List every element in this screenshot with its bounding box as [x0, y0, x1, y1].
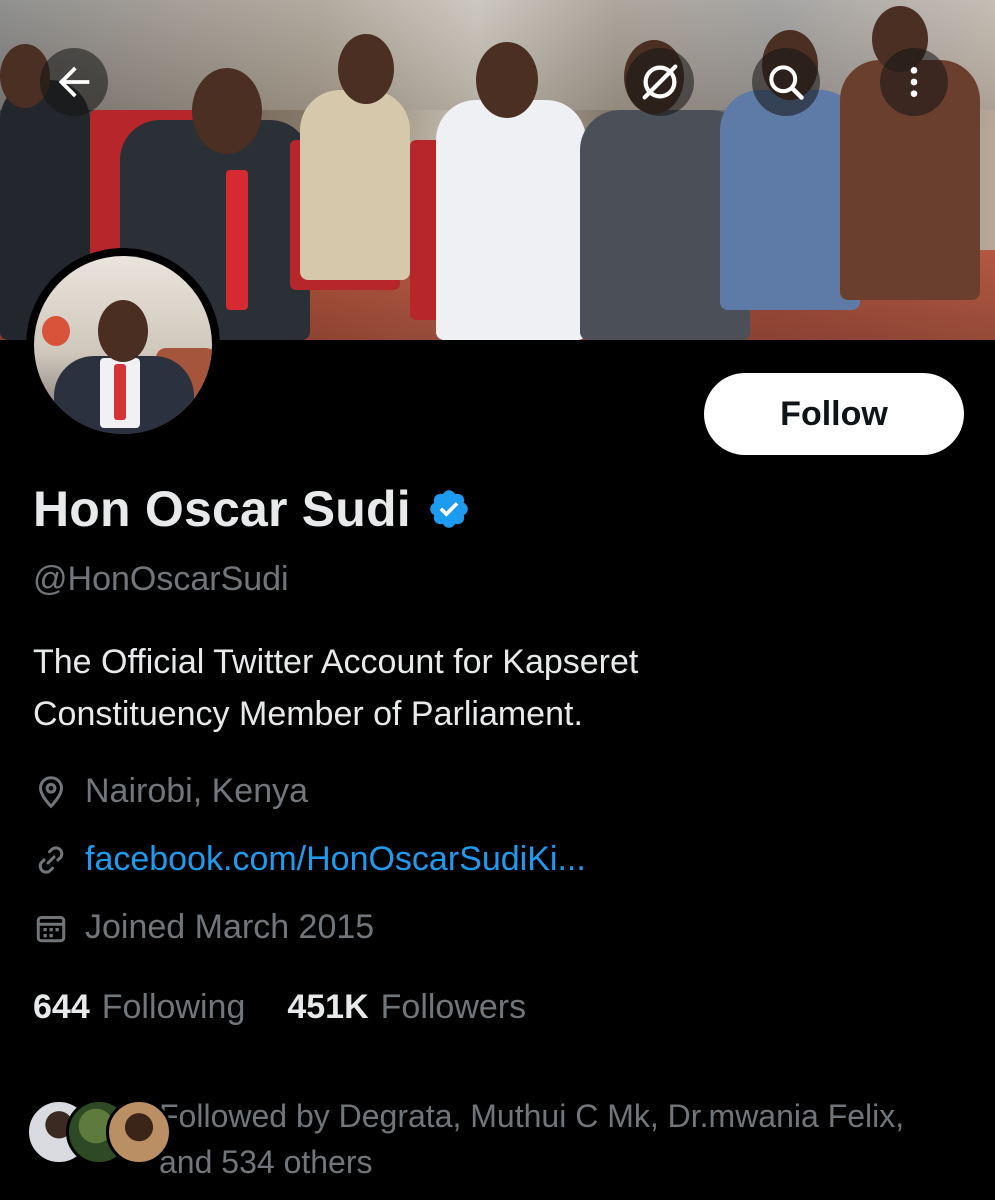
banner-figure — [720, 90, 860, 310]
grok-icon — [642, 64, 678, 100]
follow-button[interactable]: Follow — [704, 373, 964, 455]
back-button[interactable] — [40, 48, 108, 116]
banner-figure-head — [476, 42, 538, 118]
banner-figure — [300, 90, 410, 280]
followers-link[interactable]: 451K Followers — [287, 988, 526, 1027]
bio-line: Constituency Member of Parliament. — [33, 695, 583, 733]
website-row[interactable]: facebook.com/HonOscarSudiKi... — [33, 840, 586, 879]
location-text: Nairobi, Kenya — [85, 772, 309, 810]
followed-by-line: and 534 others — [159, 1144, 373, 1180]
following-count: 644 — [33, 988, 90, 1026]
avatar-tie — [114, 364, 126, 420]
profile-avatar[interactable] — [26, 248, 220, 442]
website-link[interactable]: facebook.com/HonOscarSudiKi... — [85, 840, 586, 879]
profile-handle: @HonOscarSudi — [33, 560, 289, 598]
followed-by-text: Followed by Degrata, Muthui C Mk, Dr.mwa… — [159, 1093, 979, 1185]
more-vertical-icon — [910, 67, 918, 97]
followed-by-section[interactable]: Followed by Degrata, Muthui C Mk, Dr.mwa… — [26, 1093, 979, 1185]
grok-button[interactable] — [626, 48, 694, 116]
followed-by-line: Followed by Degrata, Muthui C Mk, Dr.mwa… — [159, 1098, 905, 1134]
joined-row: Joined March 2015 — [33, 908, 374, 947]
avatar-flowers — [42, 316, 70, 346]
following-label: Following — [101, 988, 246, 1026]
banner-figure-head — [192, 68, 262, 154]
display-name: Hon Oscar Sudi — [33, 481, 411, 537]
avatar-head — [98, 300, 148, 362]
bio-line: The Official Twitter Account for Kapsere… — [33, 643, 639, 681]
location-row: Nairobi, Kenya — [33, 772, 308, 811]
more-button[interactable] — [880, 48, 948, 116]
following-link[interactable]: 644 Following — [33, 988, 245, 1027]
link-icon — [38, 845, 64, 874]
followed-by-avatars — [26, 1099, 172, 1165]
profile-stats: 644 Following 451K Followers — [33, 988, 526, 1027]
profile-name-row: Hon Oscar Sudi — [33, 480, 471, 538]
search-icon — [769, 65, 804, 100]
avatar-photo — [34, 256, 212, 434]
banner-figure — [436, 100, 586, 340]
arrow-left-icon — [58, 66, 90, 98]
calendar-icon — [36, 915, 66, 942]
banner-tie — [226, 170, 248, 310]
search-button[interactable] — [752, 48, 820, 116]
location-pin-icon — [38, 775, 64, 808]
joined-text: Joined March 2015 — [85, 908, 375, 946]
followers-label: Followers — [380, 988, 527, 1026]
verified-badge-icon — [430, 490, 468, 528]
profile-bio: The Official Twitter Account for Kapsere… — [33, 636, 953, 740]
avatar — [106, 1099, 172, 1165]
banner-figure-head — [338, 34, 394, 104]
followers-count: 451K — [287, 988, 369, 1026]
